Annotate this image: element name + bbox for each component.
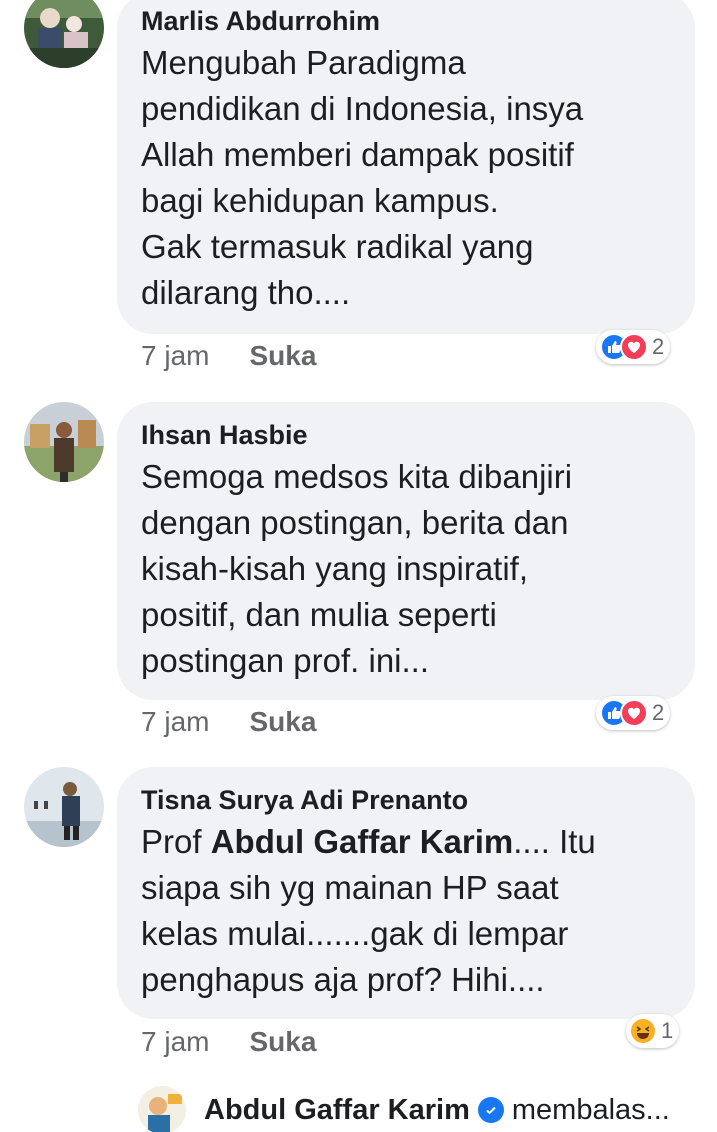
comment-bubble: Marlis Abdurrohim Mengubah Paradigma pen… (117, 0, 695, 334)
avatar[interactable] (24, 0, 104, 68)
comment-author[interactable]: Marlis Abdurrohim (141, 6, 671, 36)
reply-action-text: membalas... (511, 1093, 670, 1126)
love-icon (620, 699, 648, 727)
comment-author[interactable]: Tisna Surya Adi Prenanto (141, 785, 671, 815)
comment-time[interactable]: 7 jam (141, 1026, 209, 1058)
reaction-count: 1 (661, 1018, 674, 1043)
comment-meta: 7 jam Suka (141, 706, 316, 738)
avatar[interactable] (24, 767, 104, 847)
avatar[interactable] (24, 402, 104, 482)
comment-bubble: Tisna Surya Adi Prenanto Prof Abdul Gaff… (117, 767, 695, 1019)
comment-time[interactable]: 7 jam (141, 706, 209, 738)
comment-text: Prof Abdul Gaffar Karim.... Itu siapa si… (141, 823, 596, 998)
reaction-count: 2 (652, 700, 665, 725)
like-button[interactable]: Suka (249, 706, 316, 738)
like-button[interactable]: Suka (249, 340, 316, 372)
avatar[interactable] (138, 1086, 186, 1132)
mention-link[interactable]: Abdul Gaffar Karim (211, 823, 514, 860)
reaction-summary[interactable]: 2 (596, 330, 671, 364)
reaction-summary[interactable]: 2 (596, 696, 671, 730)
reply-preview[interactable]: Abdul Gaffar Karim membalas... (138, 1086, 670, 1132)
haha-icon (629, 1017, 657, 1045)
comment-bubble: Ihsan Hasbie Semoga medsos kita dibanjir… (117, 402, 695, 700)
love-icon (620, 333, 648, 361)
comment-text: Semoga medsos kita dibanjiri dengan post… (141, 458, 573, 679)
comment-meta: 7 jam Suka (141, 1026, 316, 1058)
reaction-summary[interactable]: 1 (626, 1014, 680, 1048)
comment-meta: 7 jam Suka (141, 340, 316, 372)
reply-author[interactable]: Abdul Gaffar Karim (204, 1094, 470, 1127)
comment-time[interactable]: 7 jam (141, 340, 209, 372)
verified-badge-icon (477, 1097, 504, 1123)
like-button[interactable]: Suka (249, 1026, 316, 1058)
reaction-count: 2 (652, 334, 665, 359)
comment-author[interactable]: Ihsan Hasbie (141, 420, 671, 450)
comment-text: Mengubah Paradigma pendidikan di Indones… (141, 44, 584, 311)
